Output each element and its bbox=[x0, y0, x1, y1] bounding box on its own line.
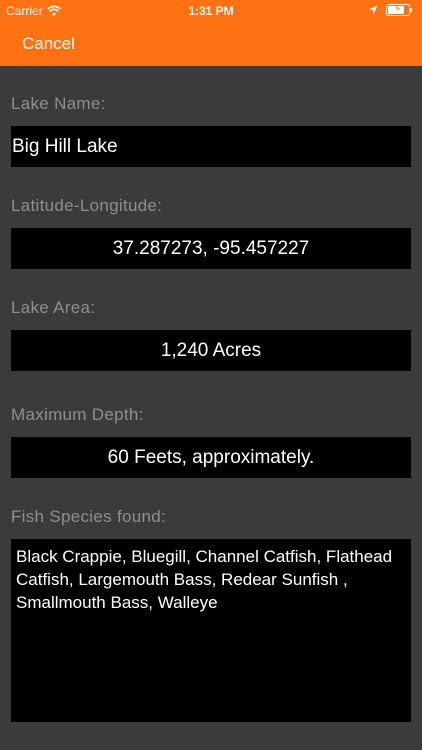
fish-species-textarea[interactable]: Black Crappie, Bluegill, Channel Catfish… bbox=[11, 539, 411, 722]
lake-area-field[interactable]: 1,240 Acres bbox=[11, 330, 411, 371]
latlng-field[interactable]: 37.287273, -95.457227 bbox=[11, 228, 411, 269]
lake-area-label: Lake Area: bbox=[11, 298, 96, 317]
status-indicators: ⚡ bbox=[368, 4, 414, 16]
location-arrow-icon bbox=[368, 5, 378, 15]
cancel-button[interactable]: Cancel bbox=[22, 34, 75, 54]
status-bar: Carrier 1:31 PM ⚡ bbox=[0, 0, 422, 22]
status-time: 1:31 PM bbox=[188, 4, 234, 18]
lake-name-label: Lake Name: bbox=[11, 94, 106, 113]
fish-species-label: Fish Species found: bbox=[11, 507, 167, 526]
max-depth-label: Maximum Depth: bbox=[11, 405, 144, 424]
lake-name-field[interactable]: Big Hill Lake bbox=[11, 126, 411, 167]
battery-charging-icon: ⚡ bbox=[386, 4, 414, 16]
max-depth-field[interactable]: 60 Feets, approximately. bbox=[11, 437, 411, 478]
navigation-bar: Carrier 1:31 PM ⚡ Cancel bbox=[0, 0, 422, 66]
latlng-label: Latitude-Longitude: bbox=[11, 196, 163, 215]
